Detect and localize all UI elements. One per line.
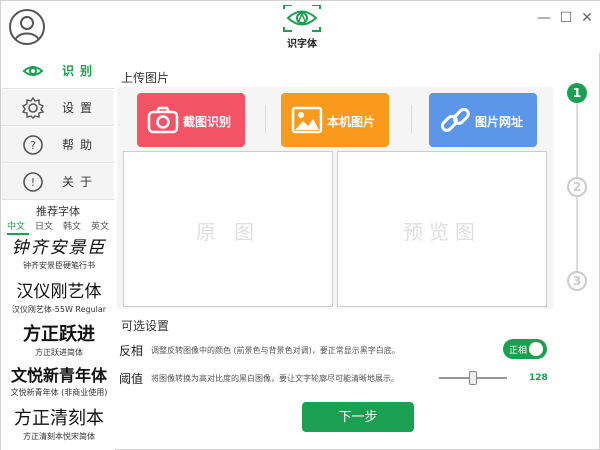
step-2: 2: [567, 177, 587, 197]
font-item[interactable]: 文悦新青年体 文悦新青年体 (非商业使用): [3, 367, 115, 398]
maximize-button[interactable]: ☐: [557, 9, 575, 27]
button-label: 本机图片: [327, 115, 376, 129]
font-caption: 汉仪刚艺体-55W Regular: [11, 304, 107, 314]
logo-eye-icon: [283, 4, 321, 32]
app-window: 识字体 — ☐ ✕ 识别 设置 ? 帮助 ! 关于 推荐字体 中文 日文 韩文 …: [0, 0, 600, 450]
upload-title: 上传图片: [121, 71, 170, 85]
font-item[interactable]: 方正清刻本 方正清刻本悦宋简体: [3, 409, 115, 442]
sidebar-item-label: 帮助: [62, 138, 99, 152]
user-icon: [14, 16, 40, 42]
threshold-description: 将图像转换为高对比度的黑白图像，要让文字轮廓尽可能清晰地展示。: [151, 374, 399, 383]
invert-option-row: 反相 调整反转图像中的颜色 (前景色与背景色对调)，要正常显示黑字白底。 正相: [119, 339, 551, 361]
gear-icon: [22, 97, 44, 119]
active-tab-indicator: [7, 233, 29, 235]
tab-english[interactable]: 英文: [91, 219, 109, 232]
step-3: 3: [567, 271, 587, 291]
image-icon: [291, 106, 323, 134]
font-caption: 方正清刻本悦宋简体: [23, 431, 95, 441]
threshold-slider[interactable]: [439, 371, 507, 385]
step-1: 1: [567, 83, 587, 103]
upload-panel: 截图识别 本机图片 图片网址 原 图 预览图: [117, 87, 553, 309]
sidebar-item-recognize[interactable]: 识别: [2, 53, 114, 89]
toggle-label: 正相: [509, 346, 528, 356]
threshold-label: 阈值: [119, 372, 144, 386]
font-item[interactable]: 汉仪刚艺体 汉仪刚艺体-55W Regular: [3, 283, 115, 315]
screenshot-recognize-button[interactable]: 截图识别: [137, 93, 245, 147]
app-logo: 识字体: [280, 4, 324, 50]
button-label: 截图识别: [183, 115, 232, 129]
svg-text:!: !: [31, 176, 35, 189]
font-caption: 文悦新青年体 (非商业使用): [10, 387, 108, 397]
divider: [411, 105, 412, 133]
threshold-option-row: 阈值 将图像转换为高对比度的黑白图像，要让文字轮廓尽可能清晰地展示。 128: [119, 367, 551, 389]
font-sample: 方正清刻本: [14, 408, 104, 429]
tab-japanese[interactable]: 日文: [35, 219, 53, 232]
font-item[interactable]: 钟齐安景臣 钟齐安景臣硬笔行书: [3, 239, 115, 271]
eye-icon: [22, 66, 44, 76]
next-step-button[interactable]: 下一步: [302, 402, 414, 432]
toggle-knob: [529, 342, 543, 356]
image-url-button[interactable]: 图片网址: [429, 93, 537, 147]
svg-text:?: ?: [30, 139, 36, 152]
font-sample: 钟齐安景臣: [11, 239, 107, 258]
preview-image-box: 预览图: [337, 151, 547, 307]
avatar[interactable]: [9, 9, 45, 45]
options-title: 可选设置: [121, 319, 170, 333]
threshold-value: 128: [529, 373, 548, 383]
sidebar-item-label: 关于: [62, 175, 99, 189]
tab-korean[interactable]: 韩文: [63, 219, 81, 232]
language-tabs: 中文 日文 韩文 英文: [3, 219, 115, 235]
tab-chinese[interactable]: 中文: [7, 219, 25, 232]
sidebar-item-help[interactable]: ? 帮助: [2, 127, 114, 163]
sidebar-item-settings[interactable]: 设置: [2, 90, 114, 126]
font-sample: 文悦新青年体: [10, 366, 107, 385]
preview-image-label: 预览图: [403, 220, 481, 244]
recommend-fonts-title: 推荐字体: [36, 205, 80, 218]
font-caption: 钟齐安景臣硬笔行书: [23, 260, 95, 270]
font-caption: 方正跃进简体: [35, 347, 83, 357]
font-item[interactable]: 方正跃进 方正跃进简体: [3, 325, 115, 358]
sidebar-item-label: 设置: [62, 101, 99, 115]
invert-description: 调整反转图像中的颜色 (前景色与背景色对调)，要正常显示黑字白底。: [151, 346, 400, 355]
invert-label: 反相: [119, 344, 144, 358]
help-icon: ?: [23, 135, 43, 155]
local-image-button[interactable]: 本机图片: [281, 93, 389, 147]
font-sample: 方正跃进: [23, 324, 95, 345]
sidebar-item-label: 识别: [62, 64, 99, 78]
font-sample: 汉仪刚艺体: [16, 282, 102, 302]
divider: [265, 105, 266, 133]
slider-handle[interactable]: [469, 371, 477, 385]
font-list: 钟齐安景臣 钟齐安景臣硬笔行书 汉仪刚艺体 汉仪刚艺体-55W Regular …: [3, 239, 115, 449]
minimize-button[interactable]: —: [535, 9, 553, 27]
original-image-label: 原 图: [195, 220, 261, 244]
app-name: 识字体: [287, 39, 317, 50]
title-bar: 识字体 — ☐ ✕: [1, 1, 600, 53]
invert-toggle[interactable]: 正相: [503, 339, 547, 359]
button-label: 图片网址: [475, 115, 524, 129]
camera-icon: [147, 106, 179, 134]
sidebar: 识别 设置 ? 帮助 ! 关于 推荐字体 中文 日文 韩文 英文 钟齐安景臣 钟…: [1, 53, 115, 450]
original-image-box[interactable]: 原 图: [123, 151, 333, 307]
sidebar-item-about[interactable]: ! 关于: [2, 164, 114, 200]
close-button[interactable]: ✕: [578, 9, 596, 27]
info-icon: !: [23, 172, 43, 192]
link-icon: [440, 107, 470, 132]
